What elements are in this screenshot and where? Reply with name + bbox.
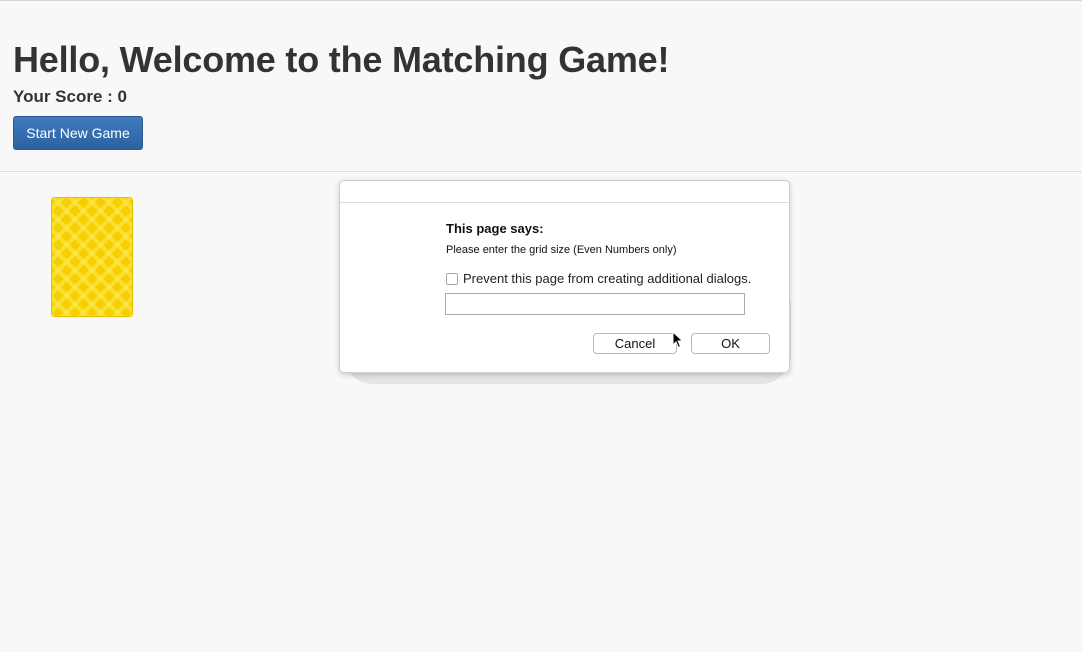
grid-size-input[interactable] — [445, 293, 745, 315]
dialog-heading: This page says: — [446, 221, 544, 236]
header-divider — [0, 171, 1082, 172]
cancel-button[interactable]: Cancel — [593, 333, 677, 354]
dialog-titlebar — [340, 181, 789, 203]
mouse-pointer-icon — [672, 331, 684, 349]
game-card[interactable] — [51, 197, 133, 317]
prevent-dialogs-label[interactable]: Prevent this page from creating addition… — [463, 271, 751, 286]
start-new-game-button[interactable]: Start New Game — [13, 116, 143, 150]
game-header: Hello, Welcome to the Matching Game! You… — [13, 36, 669, 150]
score-display: Your Score : 0 — [13, 85, 669, 109]
score-label: Your Score : — [13, 87, 118, 106]
top-divider — [0, 0, 1082, 1]
dialog-message: Please enter the grid size (Even Numbers… — [446, 244, 677, 256]
page: Hello, Welcome to the Matching Game! You… — [0, 0, 1082, 652]
prompt-dialog: This page says: Please enter the grid si… — [339, 180, 790, 373]
ok-button[interactable]: OK — [691, 333, 770, 354]
prevent-dialogs-checkbox[interactable] — [446, 272, 458, 285]
page-title: Hello, Welcome to the Matching Game! — [13, 39, 670, 80]
prevent-dialogs-row[interactable]: Prevent this page from creating addition… — [446, 271, 751, 286]
score-value: 0 — [117, 87, 128, 106]
